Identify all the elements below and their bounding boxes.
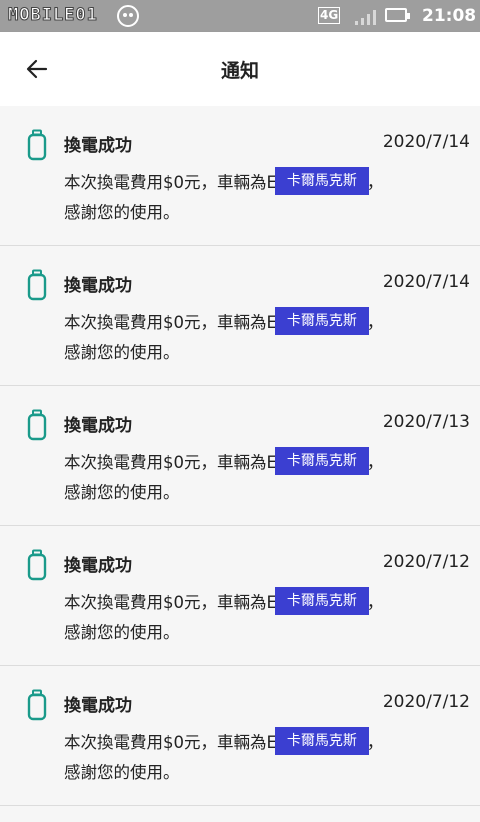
notification-item[interactable]: 換電成功 2020/7/12 本次換電費用$0元，車輛為E 卡爾馬克斯， 感謝您的… xyxy=(0,526,480,666)
message-thanks: 感謝您的使用。 xyxy=(64,203,180,222)
notification-date: 2020/7/14 xyxy=(382,272,470,292)
vehicle-plate: 卡爾馬克斯 xyxy=(274,306,369,335)
message-thanks: 感謝您的使用。 xyxy=(64,343,180,362)
message-prefix: 本次換電費用$0元，車輛為E xyxy=(64,313,277,332)
notification-item[interactable]: 換電成功 2020/7/12 本次換電費用$0元，車輛為E 卡爾馬克斯， 感謝您的… xyxy=(0,666,480,806)
notification-title: 換電成功 xyxy=(64,696,132,716)
message-suffix: ， xyxy=(366,173,384,192)
battery-icon xyxy=(27,409,47,441)
message-suffix: ， xyxy=(366,453,384,472)
battery-icon xyxy=(27,549,47,581)
network-type: 4G xyxy=(318,7,341,24)
status-bar: MOBILE01 4G 21:08 xyxy=(0,0,480,32)
message-prefix: 本次換電費用$0元，車輛為E xyxy=(64,453,277,472)
message-thanks: 感謝您的使用。 xyxy=(64,623,180,642)
notification-title: 換電成功 xyxy=(64,556,132,576)
notification-title: 換電成功 xyxy=(64,276,132,296)
message-suffix: ， xyxy=(366,593,384,612)
notification-item[interactable]: 換電成功 2020/7/14 本次換電費用$0元，車輛為E 卡爾馬克斯， 感謝您的… xyxy=(0,106,480,246)
message-prefix: 本次換電費用$0元，車輛為E xyxy=(64,173,277,192)
battery-icon xyxy=(385,8,410,22)
message-suffix: ， xyxy=(366,313,384,332)
battery-icon xyxy=(27,269,47,301)
notification-item[interactable]: 換電成功 2020/7/14 本次換電費用$0元，車輛為E 卡爾馬克斯， 感謝您的… xyxy=(0,246,480,386)
battery-icon xyxy=(27,129,47,161)
notification-item[interactable]: 換電成功 2020/7/13 本次換電費用$0元，車輛為E 卡爾馬克斯， 感謝您的… xyxy=(0,386,480,526)
notification-message: 本次換電費用$0元，車輛為E 卡爾馬克斯， 感謝您的使用。 xyxy=(64,446,384,508)
logo-badge-icon xyxy=(117,5,139,27)
notification-title: 換電成功 xyxy=(64,416,132,436)
notification-list: 換電成功 2020/7/14 本次換電費用$0元，車輛為E 卡爾馬克斯， 感謝您的… xyxy=(0,106,480,806)
vehicle-plate: 卡爾馬克斯 xyxy=(274,166,369,195)
notification-message: 本次換電費用$0元，車輛為E 卡爾馬克斯， 感謝您的使用。 xyxy=(64,586,384,648)
page-title: 通知 xyxy=(220,60,259,82)
message-prefix: 本次換電費用$0元，車輛為E xyxy=(64,593,277,612)
message-thanks: 感謝您的使用。 xyxy=(64,763,180,782)
battery-icon xyxy=(27,689,47,721)
signal-icon xyxy=(355,10,376,25)
notification-message: 本次換電費用$0元，車輛為E 卡爾馬克斯， 感謝您的使用。 xyxy=(64,166,384,228)
notification-message: 本次換電費用$0元，車輛為E 卡爾馬克斯， 感謝您的使用。 xyxy=(64,306,384,368)
notification-message: 本次換電費用$0元，車輛為E 卡爾馬克斯， 感謝您的使用。 xyxy=(64,726,384,788)
message-prefix: 本次換電費用$0元，車輛為E xyxy=(64,733,277,752)
message-suffix: ， xyxy=(366,733,384,752)
vehicle-plate: 卡爾馬克斯 xyxy=(274,446,369,475)
notification-date: 2020/7/12 xyxy=(382,692,470,712)
site-logo: MOBILE01 xyxy=(8,5,98,26)
app-bar: 通知 xyxy=(0,32,480,106)
vehicle-plate: 卡爾馬克斯 xyxy=(274,586,369,615)
notification-date: 2020/7/14 xyxy=(382,132,470,152)
message-thanks: 感謝您的使用。 xyxy=(64,483,180,502)
notification-date: 2020/7/12 xyxy=(382,552,470,572)
vehicle-plate: 卡爾馬克斯 xyxy=(274,726,369,755)
notification-date: 2020/7/13 xyxy=(382,412,470,432)
clock: 21:08 xyxy=(422,6,477,26)
notification-title: 換電成功 xyxy=(64,136,132,156)
